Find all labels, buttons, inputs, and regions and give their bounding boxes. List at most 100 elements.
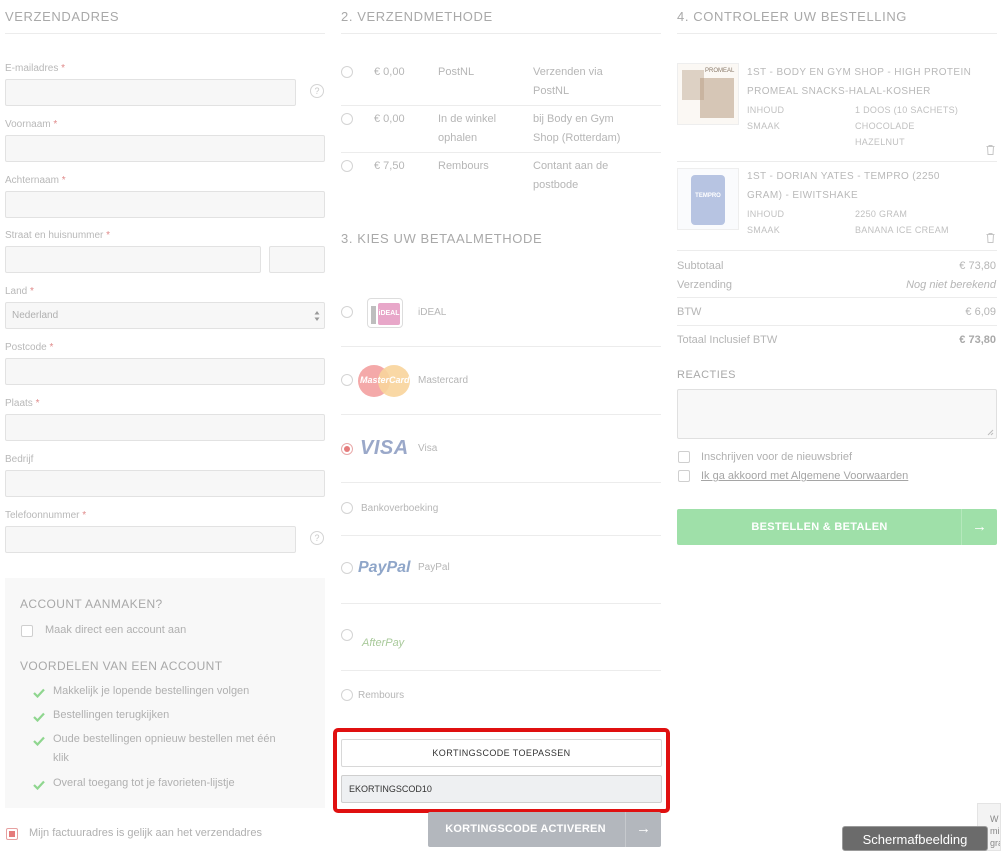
country-value: Nederland: [12, 310, 59, 321]
discount-code-input[interactable]: EKORTINGSCOD10: [341, 775, 662, 803]
payment-label: iDEAL: [418, 307, 447, 318]
company-label: Bedrijf: [5, 454, 34, 465]
terms-checkbox[interactable]: [678, 470, 690, 482]
discount-highlight: KORTINGSCODE TOEPASSEN EKORTINGSCOD10: [333, 728, 670, 813]
resize-handle-icon[interactable]: [987, 429, 994, 436]
mastercard-wordmark: MasterCard: [360, 375, 410, 385]
shipping-radio-postnl[interactable]: [341, 66, 353, 78]
shipping-name: Rembours: [438, 160, 489, 172]
shipping-price: € 0,00: [374, 66, 405, 78]
paypal-logo: PayPal: [358, 559, 411, 576]
trash-icon[interactable]: [986, 233, 995, 243]
divider: [341, 33, 661, 34]
payment-label: Rembours: [358, 690, 405, 701]
product-title[interactable]: 1ST - BODY EN GYM SHOP - HIGH PROTEIN: [747, 64, 971, 82]
shipping-radio-pickup[interactable]: [341, 113, 353, 125]
payment-radio-paypal[interactable]: [341, 562, 353, 574]
create-account-checkbox[interactable]: [21, 625, 33, 637]
account-panel: ACCOUNT AANMAKEN? Maak direct een accoun…: [5, 578, 325, 808]
benefit-item: Bestellingen terugkijken: [53, 709, 170, 721]
total-value: € 73,80: [959, 334, 996, 346]
payment-radio-mastercard[interactable]: [341, 374, 353, 386]
comments-title: REACTIES: [677, 369, 737, 381]
shipping-desc: bij Body en Gym: [533, 113, 614, 125]
place-order-label: BESTELLEN & BETALEN: [751, 521, 888, 533]
shipping-desc: Verzenden via: [533, 66, 603, 78]
payment-radio-visa[interactable]: [341, 443, 353, 455]
product-title[interactable]: PROMEAL SNACKS-HALAL-KOSHER: [747, 83, 931, 101]
mastercard-logo: MasterCard: [358, 365, 410, 397]
payment-radio-ideal[interactable]: [341, 306, 353, 318]
benefit-item: Overal toegang tot je favorieten-lijstje: [53, 777, 235, 789]
benefit-item-continued: klik: [53, 752, 69, 764]
divider: [677, 250, 997, 251]
subtotal-value: € 73,80: [959, 260, 996, 272]
product-tub: [691, 175, 725, 225]
spec-key: SMAAK: [747, 121, 781, 131]
product-title[interactable]: 1ST - DORIAN YATES - TEMPRO (2250: [747, 168, 940, 186]
activate-discount-button[interactable]: KORTINGSCODE ACTIVEREN →: [428, 812, 661, 847]
divider: [341, 414, 661, 415]
trash-icon[interactable]: [986, 145, 995, 155]
place-order-button[interactable]: BESTELLEN & BETALEN →: [677, 509, 997, 545]
billing-same-label: Mijn factuuradres is gelijk aan het verz…: [29, 827, 262, 839]
postcode-field[interactable]: [5, 358, 325, 385]
payment-radio-afterpay[interactable]: [341, 629, 353, 641]
shipping-desc: Contant aan de: [533, 160, 609, 172]
postcode-label: Postcode *: [5, 342, 54, 353]
spec-value: 2250 GRAM: [855, 209, 908, 219]
first-name-field[interactable]: [5, 135, 325, 162]
help-icon[interactable]: ?: [310, 531, 324, 545]
benefit-item: Makkelijk je lopende bestellingen volgen: [53, 685, 250, 697]
divider: [677, 161, 997, 162]
billing-same-checkbox[interactable]: [6, 828, 18, 840]
ideal-logo: iDEAL: [367, 298, 403, 328]
terms-link[interactable]: Ik ga akkoord met Algemene Voorwaarden: [701, 470, 908, 482]
payment-radio-bank[interactable]: [341, 502, 353, 514]
shipping-radio-rembours[interactable]: [341, 160, 353, 172]
shipping-price: € 0,00: [374, 113, 405, 125]
divider: [341, 105, 661, 106]
select-arrows-icon: [314, 311, 320, 321]
product-box: [700, 78, 734, 118]
screenshot-tooltip: Schermafbeelding: [842, 826, 988, 851]
product-thumbnail: TEMPRO: [677, 168, 739, 230]
street-field[interactable]: [5, 246, 261, 273]
country-select[interactable]: Nederland: [5, 302, 325, 329]
product-title[interactable]: GRAM) - EIWITSHAKE: [747, 187, 858, 205]
shipping-cost-value: Nog niet berekend: [906, 279, 996, 291]
help-icon[interactable]: ?: [310, 84, 324, 98]
product-thumb-text: TEMPRO: [695, 193, 721, 199]
divider: [341, 152, 661, 153]
payment-label: Mastercard: [418, 375, 469, 386]
email-field[interactable]: [5, 79, 296, 106]
phone-field[interactable]: [5, 526, 296, 553]
first-name-label: Voornaam *: [5, 119, 58, 130]
shipping-desc: PostNL: [533, 85, 570, 97]
last-name-field[interactable]: [5, 191, 325, 218]
check-icon: [33, 736, 45, 746]
comments-textarea[interactable]: [677, 389, 997, 439]
benefits-title: VOORDELEN VAN EEN ACCOUNT: [20, 659, 223, 673]
house-number-field[interactable]: [269, 246, 325, 273]
city-field[interactable]: [5, 414, 325, 441]
country-label: Land *: [5, 286, 34, 297]
divider: [677, 325, 997, 326]
company-field[interactable]: [5, 470, 325, 497]
divider: [341, 535, 661, 536]
ideal-logo-mark: iDEAL: [378, 303, 400, 325]
check-icon: [33, 688, 45, 698]
visa-logo: VISA: [360, 437, 409, 459]
product-thumb-text: PROMEAL: [705, 68, 735, 74]
arrow-right-icon: →: [625, 812, 661, 847]
email-label: E-mailadres *: [5, 63, 66, 74]
create-account-label: Maak direct een account aan: [45, 624, 187, 636]
payment-radio-rembours[interactable]: [341, 689, 353, 701]
benefit-item: Oude bestellingen opnieuw bestellen met …: [53, 733, 276, 745]
city-label: Plaats *: [5, 398, 40, 409]
street-label: Straat en huisnummer *: [5, 230, 111, 241]
activate-discount-label: KORTINGSCODE ACTIVEREN: [445, 823, 606, 835]
apply-discount-button[interactable]: KORTINGSCODE TOEPASSEN: [341, 739, 662, 767]
newsletter-checkbox[interactable]: [678, 451, 690, 463]
payment-label: PayPal: [418, 562, 450, 573]
